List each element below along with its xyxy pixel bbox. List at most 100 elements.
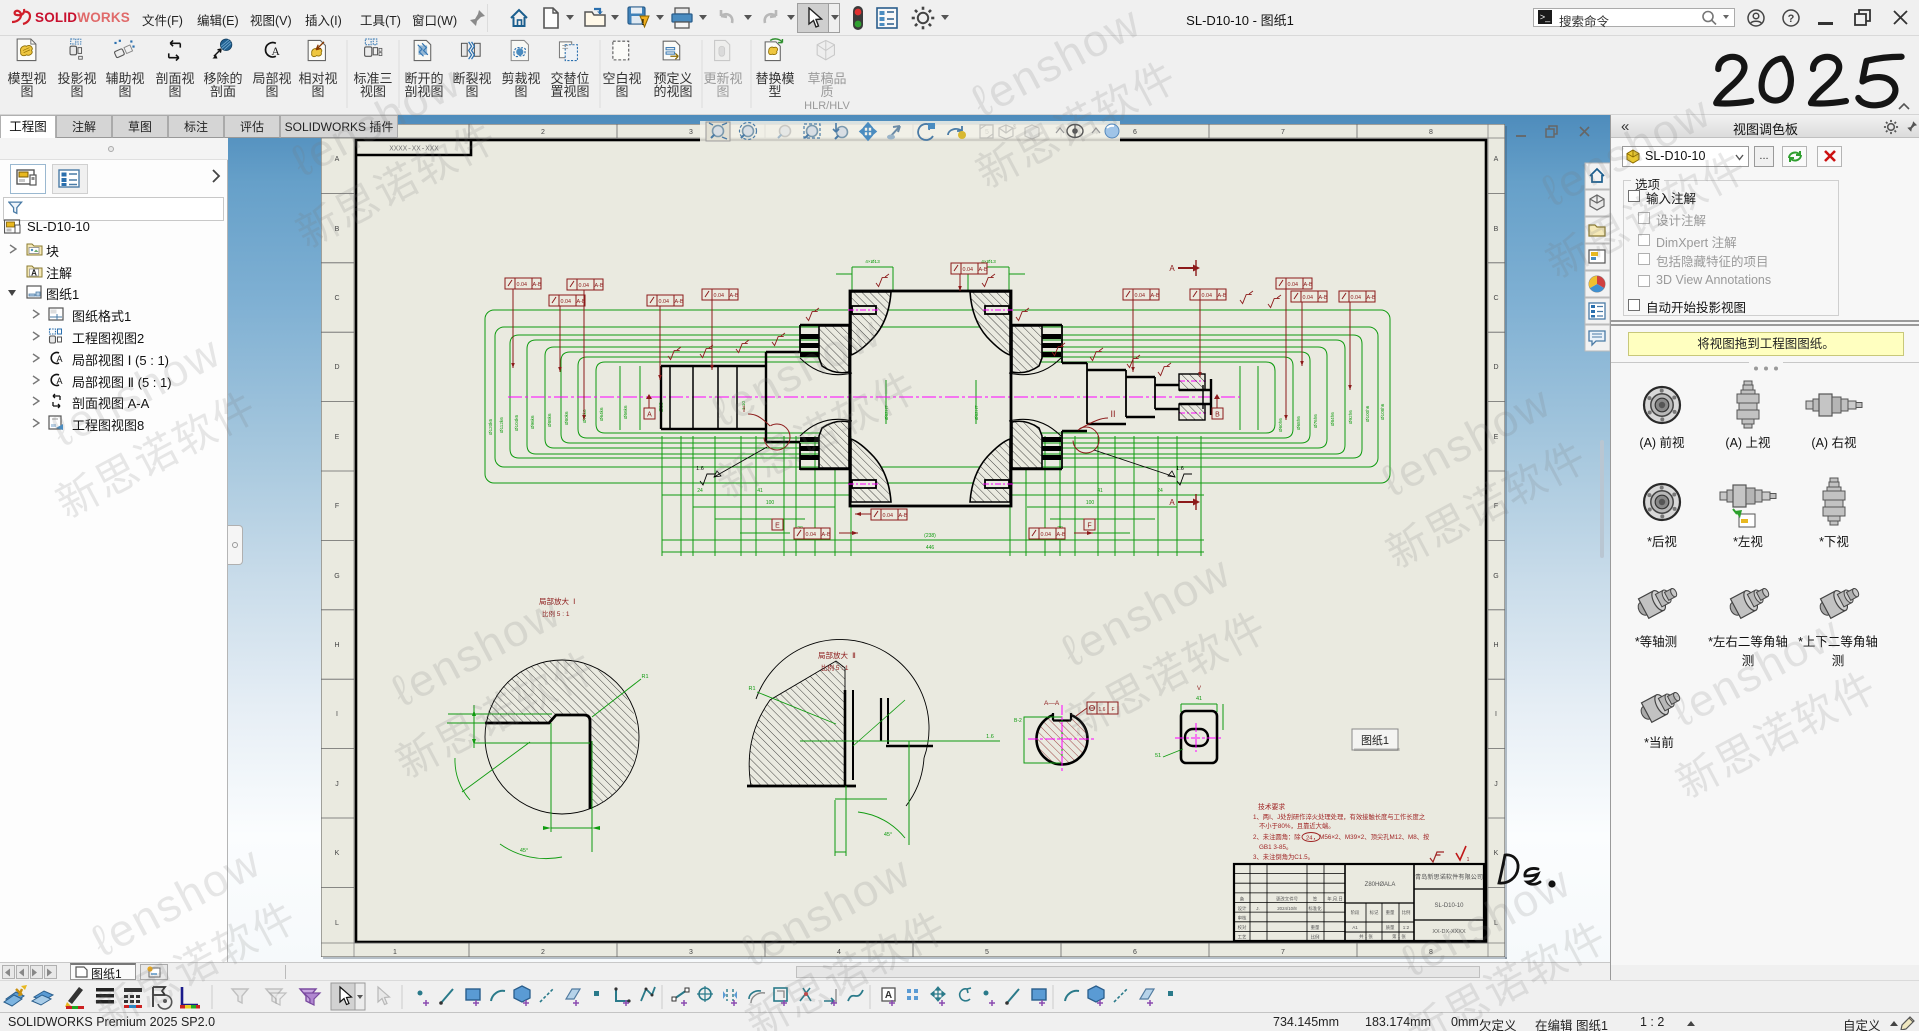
svg-text:A-B: A-B — [1319, 295, 1328, 301]
svg-text:A-B: A-B — [730, 293, 739, 299]
svg-text:工艺: 工艺 — [1238, 935, 1247, 940]
svg-text:*左视: *左视 — [1733, 534, 1763, 549]
svg-text:A-B: A-B — [533, 282, 542, 288]
svg-text:A: A — [885, 990, 892, 1001]
svg-text:Ø120k6: Ø120k6 — [488, 418, 493, 435]
svg-text:局部放大 Ⅰ: 局部放大 Ⅰ — [539, 596, 575, 606]
svg-text:A-B: A-B — [822, 532, 831, 538]
svg-text:41: 41 — [757, 488, 763, 494]
svg-text:A: A — [1169, 498, 1175, 507]
svg-text:2: 2 — [541, 949, 545, 956]
svg-text:备: 备 — [1240, 896, 1245, 903]
svg-text:A: A — [1494, 156, 1499, 163]
svg-text:A-B: A-B — [1367, 295, 1376, 301]
svg-text:校对: 校对 — [1238, 924, 1247, 931]
svg-text:*下视: *下视 — [1819, 534, 1849, 549]
svg-text:0.04: 0.04 — [1041, 532, 1052, 538]
svg-text:F: F — [1087, 523, 1091, 530]
svg-text:阶段: 阶段 — [1351, 909, 1360, 916]
svg-text:图: 图 — [716, 84, 729, 99]
svg-text:图: 图 — [20, 84, 33, 99]
svg-text:A: A — [57, 376, 63, 386]
svg-text:图: 图 — [514, 84, 527, 99]
svg-text:标记: 标记 — [1370, 909, 1379, 916]
svg-text:E: E — [775, 523, 780, 530]
svg-text:0.04: 0.04 — [1135, 293, 1146, 299]
svg-text:B-2: B-2 — [1014, 718, 1022, 724]
svg-text:置视图: 置视图 — [550, 84, 589, 99]
svg-text:Ø80k6: Ø80k6 — [564, 411, 569, 425]
svg-text:2: 2 — [541, 129, 545, 136]
svg-text:局部放大 Ⅱ: 局部放大 Ⅱ — [818, 650, 856, 660]
svg-text:F: F — [1494, 503, 1498, 510]
svg-text:446: 446 — [926, 545, 935, 551]
svg-text:45°: 45° — [520, 848, 528, 854]
svg-text:24: 24 — [1306, 836, 1313, 842]
svg-text:(A) 上视: (A) 上视 — [1725, 435, 1771, 450]
svg-text:Ø68h6: Ø68h6 — [1296, 416, 1301, 430]
svg-text:Ø96k6: Ø96k6 — [530, 415, 535, 429]
svg-text:H: H — [334, 642, 339, 649]
svg-text:R1: R1 — [748, 686, 755, 692]
svg-text:SL-D10-10: SL-D10-10 — [1434, 903, 1464, 909]
svg-text:1.6: 1.6 — [696, 466, 704, 472]
svg-text:0.04: 0.04 — [883, 513, 894, 519]
svg-text:41: 41 — [1097, 488, 1103, 494]
svg-text:F: F — [335, 503, 339, 510]
svg-text:重量: 重量 — [1311, 924, 1320, 931]
svg-text:A-B: A-B — [1218, 293, 1227, 299]
svg-text:图: 图 — [265, 84, 278, 99]
svg-text:青岛新思诺软件有限公司: 青岛新思诺软件有限公司 — [1415, 873, 1483, 881]
svg-text:41: 41 — [1196, 696, 1202, 702]
svg-text:A: A — [1169, 264, 1175, 273]
svg-text:比例 5 : 1: 比例 5 : 1 — [542, 609, 570, 618]
svg-text:*左右二等角轴: *左右二等角轴 — [1708, 634, 1788, 649]
svg-text:*当前: *当前 — [1644, 735, 1674, 750]
svg-text:技术要求: 技术要求 — [1258, 802, 1285, 811]
svg-text:B: B — [335, 226, 340, 233]
svg-text:年.月.日: 年.月.日 — [1327, 896, 1343, 903]
svg-text:Ø104k6: Ø104k6 — [514, 414, 519, 431]
svg-text:标准化: 标准化 — [1308, 905, 1322, 912]
svg-text:Ø100h6: Ø100h6 — [1365, 405, 1370, 422]
svg-text:A-B: A-B — [675, 299, 684, 305]
svg-text:的视图: 的视图 — [653, 84, 692, 99]
svg-text:R1: R1 — [641, 674, 648, 680]
svg-text:测: 测 — [1742, 654, 1755, 668]
svg-text:A-B: A-B — [1304, 282, 1313, 288]
svg-text:更改文件号: 更改文件号 — [1276, 896, 1299, 903]
svg-text:I: I — [1495, 711, 1497, 718]
svg-text:0.04: 0.04 — [1351, 295, 1362, 301]
svg-text:*上下二等角轴: *上下二等角轴 — [1798, 634, 1878, 649]
svg-text:D: D — [1493, 364, 1498, 371]
svg-text:图: 图 — [615, 84, 628, 99]
svg-text:45°: 45° — [884, 832, 892, 838]
svg-text:3、未注倒角为C1.5。: 3、未注倒角为C1.5。 — [1253, 852, 1314, 861]
svg-text:0.04: 0.04 — [1202, 293, 1213, 299]
svg-text:5: 5 — [985, 949, 989, 956]
svg-text:G: G — [1493, 573, 1498, 580]
svg-text:H: H — [1493, 642, 1498, 649]
svg-text:测: 测 — [1832, 654, 1845, 668]
svg-text:A: A — [647, 412, 652, 419]
svg-text:GB1 3-85。: GB1 3-85。 — [1259, 844, 1292, 851]
svg-text:A: A — [57, 354, 63, 364]
svg-text:0.04: 0.04 — [1288, 282, 1299, 288]
svg-text:A-B: A-B — [1151, 293, 1160, 299]
svg-text:0.04: 0.04 — [714, 293, 725, 299]
svg-text:Ø64k6: Ø64k6 — [599, 407, 604, 421]
svg-text:3: 3 — [689, 949, 693, 956]
svg-text:A—A: A—A — [1044, 700, 1060, 707]
svg-text:A: A — [272, 46, 281, 58]
svg-text:0.04: 0.04 — [561, 299, 572, 305]
svg-text:C: C — [334, 295, 339, 302]
svg-text:0.04: 0.04 — [806, 532, 817, 538]
svg-text:L: L — [1494, 920, 1498, 927]
svg-text:HLR/HLV: HLR/HLV — [804, 100, 850, 112]
svg-text:2、未注圆角：除 ，M56×2、M39×2、顶尖: 2、未注圆角：除 ，M56×2、M39×2、顶尖孔M12、M8、按 — [1253, 832, 1430, 841]
svg-text:6: 6 — [1133, 949, 1137, 956]
svg-text:1、两I、J处刮研作淬火处理处理，有效接触长度与工作长度之: 1、两I、J处刮研作淬火处理处理，有效接触长度与工作长度之 — [1253, 812, 1426, 821]
svg-text:2024/10/8: 2024/10/8 — [1277, 906, 1297, 911]
svg-text:图: 图 — [311, 84, 324, 99]
svg-text:C: C — [1493, 295, 1498, 302]
